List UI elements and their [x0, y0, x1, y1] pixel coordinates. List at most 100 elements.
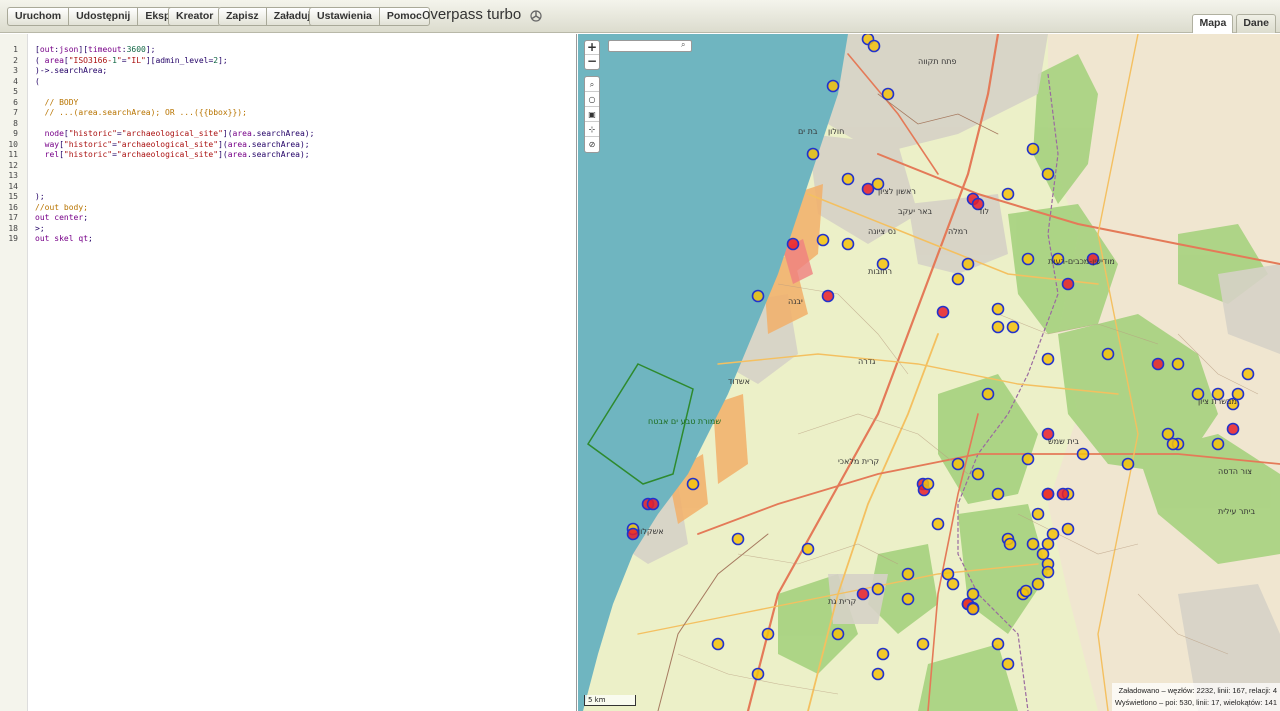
archaeological-site-marker[interactable] — [1056, 487, 1070, 501]
archaeological-site-marker[interactable] — [966, 602, 980, 616]
code-line[interactable]: node["historic"="archaeological_site"](a… — [35, 129, 315, 140]
archaeological-site-marker[interactable] — [786, 237, 800, 251]
tab-data[interactable]: Dane — [1236, 14, 1276, 33]
code-line[interactable]: >; — [35, 224, 314, 235]
archaeological-site-marker[interactable] — [941, 567, 955, 581]
archaeological-site-marker[interactable] — [1021, 252, 1035, 266]
archaeological-site-marker[interactable] — [981, 387, 995, 401]
archaeological-site-marker[interactable] — [816, 233, 830, 247]
code-line[interactable]: //out body; — [35, 203, 314, 214]
query-editor[interactable]: 1 2 3 4 5 6 7 8 9 10 11 12 13 14 15 16 17 18 19 [out:json]… — [0, 34, 577, 711]
code-line[interactable] — [35, 87, 314, 98]
code-area[interactable]: [out:json][timeout:3600];( area["ISO3166… — [35, 45, 314, 245]
archaeological-site-marker[interactable] — [841, 172, 855, 186]
run-button[interactable]: Uruchom — [7, 7, 69, 26]
archaeological-site-marker[interactable] — [1226, 422, 1240, 436]
code-line[interactable]: ); — [35, 192, 314, 203]
archaeological-site-marker[interactable] — [1031, 577, 1045, 591]
archaeological-site-marker[interactable] — [1001, 187, 1015, 201]
code-line[interactable] — [35, 161, 314, 172]
map-view[interactable]: פתח תקווה חולון ראשון לציון רחובות אשדוד אשקל… — [578, 34, 1280, 711]
code-line[interactable]: out skel qt; — [35, 234, 314, 245]
code-line[interactable] — [35, 171, 314, 182]
code-line[interactable]: rel["historic"="archaeological_site"](ar… — [35, 150, 314, 161]
archaeological-site-marker[interactable] — [1151, 357, 1165, 371]
code-line[interactable] — [35, 119, 314, 130]
code-line[interactable]: // ...(area.searchArea); OR ...({{bbox}}… — [35, 108, 314, 119]
save-button[interactable]: Zapisz — [218, 7, 266, 26]
archaeological-site-marker[interactable] — [626, 527, 640, 541]
archaeological-site-marker[interactable] — [751, 667, 765, 681]
archaeological-site-marker[interactable] — [731, 532, 745, 546]
archaeological-site-marker[interactable] — [1041, 352, 1055, 366]
archaeological-site-marker[interactable] — [1031, 507, 1045, 521]
archaeological-site-marker[interactable] — [761, 627, 775, 641]
locate-icon[interactable]: ○ — [585, 92, 599, 107]
share-button[interactable]: Udostępnij — [68, 7, 138, 26]
archaeological-site-marker[interactable] — [826, 79, 840, 93]
archaeological-site-marker[interactable] — [841, 237, 855, 251]
archaeological-site-marker[interactable] — [921, 477, 935, 491]
archaeological-site-marker[interactable] — [1076, 447, 1090, 461]
archaeological-site-marker[interactable] — [1021, 452, 1035, 466]
archaeological-site-marker[interactable] — [1041, 487, 1055, 501]
archaeological-site-marker[interactable] — [646, 497, 660, 511]
code-line[interactable]: out center; — [35, 213, 314, 224]
archaeological-site-marker[interactable] — [806, 147, 820, 161]
archaeological-site-marker[interactable] — [901, 592, 915, 606]
archaeological-site-marker[interactable] — [751, 289, 765, 303]
archaeological-site-marker[interactable] — [1241, 367, 1255, 381]
archaeological-site-marker[interactable] — [1171, 357, 1185, 371]
archaeological-site-marker[interactable] — [871, 582, 885, 596]
zoom-to-data-icon[interactable]: ⌕ — [585, 77, 599, 92]
map-search-input[interactable] — [608, 40, 692, 52]
archaeological-site-marker[interactable] — [901, 567, 915, 581]
archaeological-site-marker[interactable] — [831, 627, 845, 641]
settings-button[interactable]: Ustawienia — [309, 7, 379, 26]
code-line[interactable]: [out:json][timeout:3600]; — [35, 45, 314, 56]
code-line[interactable]: )->.searchArea; — [35, 66, 314, 77]
fullscreen-icon[interactable]: ▣ — [585, 107, 599, 122]
archaeological-site-marker[interactable] — [856, 587, 870, 601]
archaeological-site-marker[interactable] — [1006, 320, 1020, 334]
code-line[interactable] — [35, 182, 314, 193]
code-line[interactable]: ( — [35, 77, 314, 88]
archaeological-site-marker[interactable] — [1061, 522, 1075, 536]
layers-icon[interactable]: ⊹ — [585, 122, 599, 137]
archaeological-site-marker[interactable] — [991, 487, 1005, 501]
archaeological-site-marker[interactable] — [1101, 347, 1115, 361]
archaeological-site-marker[interactable] — [1003, 537, 1017, 551]
code-line[interactable]: // BODY — [35, 98, 314, 109]
archaeological-site-marker[interactable] — [991, 637, 1005, 651]
archaeological-site-marker[interactable] — [991, 320, 1005, 334]
archaeological-site-marker[interactable] — [871, 667, 885, 681]
archaeological-site-marker[interactable] — [1026, 142, 1040, 156]
archaeological-site-marker[interactable] — [1041, 167, 1055, 181]
archaeological-site-marker[interactable] — [931, 517, 945, 531]
archaeological-site-marker[interactable] — [801, 542, 815, 556]
archaeological-site-marker[interactable] — [711, 637, 725, 651]
clear-data-icon[interactable]: ⊘ — [585, 137, 599, 152]
archaeological-site-marker[interactable] — [1061, 277, 1075, 291]
archaeological-site-marker[interactable] — [686, 477, 700, 491]
archaeological-site-marker[interactable] — [1211, 437, 1225, 451]
archaeological-site-marker[interactable] — [1166, 437, 1180, 451]
code-line[interactable]: ( area["ISO3166-1"="IL"][admin_level=2]; — [35, 56, 314, 67]
archaeological-site-marker[interactable] — [936, 305, 950, 319]
archaeological-site-marker[interactable] — [867, 39, 881, 53]
archaeological-site-marker[interactable] — [991, 302, 1005, 316]
archaeological-site-marker[interactable] — [876, 647, 890, 661]
archaeological-site-marker[interactable] — [1001, 657, 1015, 671]
archaeological-site-marker[interactable] — [916, 637, 930, 651]
archaeological-site-marker[interactable] — [1026, 537, 1040, 551]
zoom-out-button[interactable]: − — [585, 55, 599, 69]
archaeological-site-marker[interactable] — [1041, 565, 1055, 579]
wizard-button[interactable]: Kreator — [168, 7, 222, 26]
archaeological-site-marker[interactable] — [951, 272, 965, 286]
map-canvas[interactable]: פתח תקווה חולון ראשון לציון רחובות אשדוד אשקל… — [578, 34, 1280, 711]
archaeological-site-marker[interactable] — [821, 289, 835, 303]
tab-map[interactable]: Mapa — [1192, 14, 1234, 33]
code-line[interactable]: way["historic"="archaeological_site"](ar… — [35, 140, 314, 151]
zoom-in-button[interactable]: + — [585, 41, 599, 55]
archaeological-site-marker[interactable] — [881, 87, 895, 101]
